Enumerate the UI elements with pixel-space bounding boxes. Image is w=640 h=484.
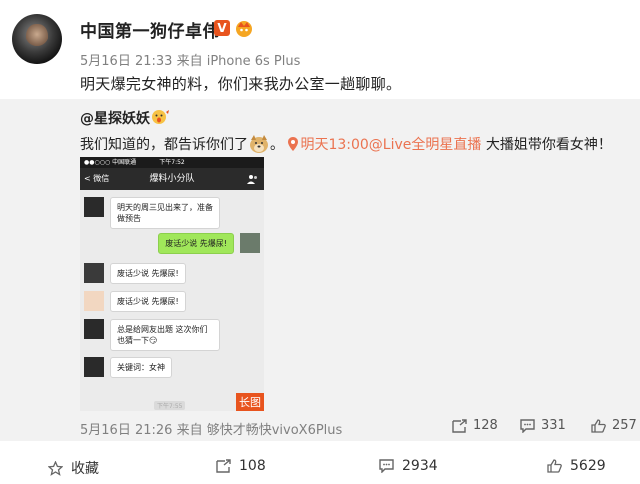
long-image-tag: 长图	[236, 393, 264, 411]
comment-button[interactable]: 2934	[379, 458, 438, 474]
chat-avatar	[84, 263, 104, 283]
like-button[interactable]: 5629	[547, 458, 606, 474]
comment-icon	[379, 459, 394, 473]
post-source[interactable]: iPhone 6s Plus	[207, 54, 301, 69]
phone-clock: 下午7:52	[159, 159, 185, 166]
repost-card: @星探妖妖 我们知道的，都告诉你们了 。 明天13:00@Live全明星直播 大…	[0, 99, 640, 441]
repost-meta: 5月16日 21:26 来自 够快才畅快vivoX6Plus	[80, 419, 342, 438]
chat-message: 明天的周三见出来了，准备做预告	[84, 197, 220, 229]
chat-bubble: 关键词：女神	[110, 357, 172, 378]
chat-message: 总是给网友出题 这次你们也猜一下😏	[84, 319, 220, 351]
repost-like-stat[interactable]: 257	[591, 418, 637, 433]
repost-comment-stat[interactable]: 331	[520, 418, 566, 433]
phone-nav-bar: < 微信 爆料小分队	[80, 168, 264, 190]
phone-chat-title: 爆料小分队	[149, 174, 195, 184]
phone-status-bar: ●●○○○ 中国联通 下午7:52	[80, 157, 264, 168]
chat-message: 废话少说 先爆尿!	[158, 233, 260, 254]
post-meta: 5月16日 21:33 来自 iPhone 6s Plus	[80, 50, 300, 69]
live-link[interactable]: 明天13:00@Live全明星直播	[288, 137, 481, 153]
forward-button[interactable]: 108	[216, 458, 266, 474]
doge-emoji-icon	[250, 135, 268, 153]
repost-author[interactable]: @星探妖妖	[80, 108, 150, 128]
repost-source[interactable]: 够快才畅快vivoX6Plus	[207, 423, 343, 438]
repost-like-count: 257	[612, 418, 637, 433]
post-action-bar: 收藏 108 2934 5629	[0, 450, 640, 484]
chat-message: 废话少说 先爆尿!	[84, 291, 186, 312]
location-pin-icon	[288, 137, 299, 151]
repost-text-mid: 。	[270, 137, 284, 153]
post-username[interactable]: 中国第一狗仔卓伟	[80, 17, 220, 42]
repost-forward-stat[interactable]: 128	[452, 418, 498, 433]
source-prefix: 来自	[176, 54, 203, 69]
comment-count: 2934	[402, 458, 438, 474]
member-crown-icon	[236, 21, 252, 37]
comment-icon	[520, 418, 535, 433]
chat-bubble: 废话少说 先爆尿!	[110, 263, 186, 284]
like-count: 5629	[570, 458, 606, 474]
repost-comment-count: 331	[541, 418, 566, 433]
chat-message: 废话少说 先爆尿!	[84, 263, 186, 284]
post-time[interactable]: 5月16日 21:33	[80, 54, 172, 69]
chat-avatar	[84, 197, 104, 217]
thumbs-up-icon	[547, 459, 562, 473]
chat-avatar	[84, 357, 104, 377]
repost-time[interactable]: 5月16日 21:26	[80, 423, 172, 438]
repost-long-image[interactable]: ●●○○○ 中国联通 下午7:52 < 微信 爆料小分队 明天的周三见出来了，准…	[80, 157, 264, 411]
repost-forward-count: 128	[473, 418, 498, 433]
repost-text-suffix: 大播姐带你看女神！	[481, 137, 612, 153]
favorite-label: 收藏	[71, 461, 99, 477]
thumbs-up-icon	[591, 418, 606, 433]
chat-avatar	[240, 233, 260, 253]
chat-avatar	[84, 291, 104, 311]
star-icon	[48, 460, 63, 476]
forward-icon	[216, 459, 231, 473]
phone-chat-timestamp: 下午7:55	[154, 401, 186, 410]
verified-badge-icon: V	[214, 20, 230, 36]
repost-text-prefix: 我们知道的，都告诉你们了	[80, 137, 248, 153]
chat-message: 关键词：女神	[84, 357, 172, 378]
chat-bubble: 废话少说 先爆尿!	[158, 233, 234, 254]
chat-bubble: 废话少说 先爆尿!	[110, 291, 186, 312]
forward-count: 108	[239, 458, 266, 474]
repost-source-prefix: 来自	[176, 423, 203, 438]
chat-avatar	[84, 319, 104, 339]
chat-bubble: 明天的周三见出来了，准备做预告	[110, 197, 220, 229]
live-link-label[interactable]: 明天13:00@Live全明星直播	[300, 137, 481, 153]
user-avatar[interactable]	[12, 14, 62, 64]
post-text: 明天爆完女神的料，你们来我办公室一趟聊聊。	[80, 75, 402, 93]
chat-bubble: 总是给网友出题 这次你们也猜一下😏	[110, 319, 220, 351]
forward-icon	[452, 418, 467, 433]
favorite-button[interactable]: 收藏	[48, 458, 99, 478]
group-members-icon	[247, 175, 257, 184]
repost-text: 我们知道的，都告诉你们了 。 明天13:00@Live全明星直播 大播姐带你看女…	[80, 134, 612, 154]
tongue-emoji-icon	[152, 110, 169, 124]
